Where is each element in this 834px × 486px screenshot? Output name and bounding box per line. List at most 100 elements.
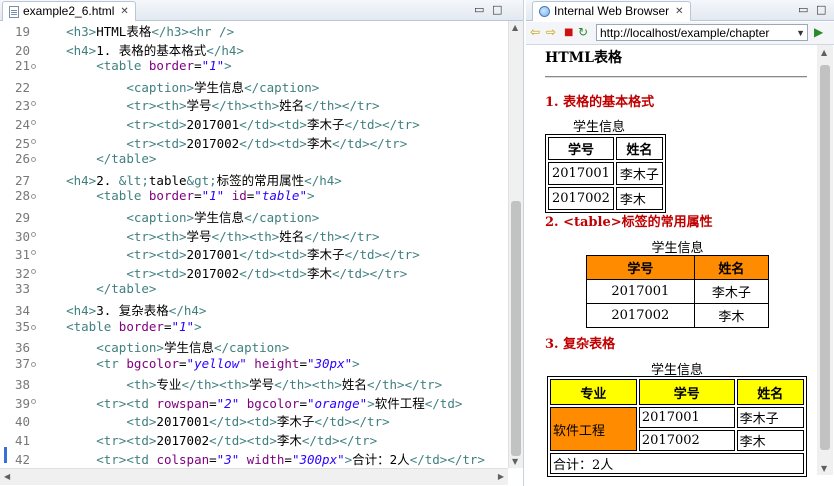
code-text: <tr><td>2017001</td><td>李木子</td></tr> <box>126 116 420 132</box>
code-line[interactable]: 41 <tr><td>2017002</td><td>李木</td></tr> <box>0 430 508 449</box>
scroll-up-icon[interactable]: ▲ <box>821 48 827 57</box>
code-line[interactable]: 40 <td>2017001</td><td>李木子</td></tr> <box>0 411 508 430</box>
header-name: 姓名 <box>736 379 804 405</box>
forward-icon[interactable]: ⇨ <box>546 25 556 39</box>
cell-name: 李木 <box>736 430 804 451</box>
cell-name: 李木子 <box>693 279 770 304</box>
scroll-up-icon[interactable]: ▲ <box>512 23 518 32</box>
back-icon[interactable]: ⇦ <box>530 25 540 39</box>
editor-scroll-thumb[interactable] <box>511 201 521 456</box>
fold-toggle-icon[interactable] <box>31 398 36 404</box>
code-text: <tr><td>2017002</td><td>李木</td></tr> <box>96 433 378 449</box>
code-area[interactable]: 19 <h3>HTML表格</h3><hr /> 20 <h4>1. 表格的基本格… <box>0 21 508 468</box>
code-line[interactable]: 28 <table border="1" id="table"> <box>0 188 508 207</box>
code-text: <h4>1. 表格的基本格式</h4> <box>66 42 244 58</box>
table-row: 2017001 李木子 <box>548 162 663 185</box>
section-heading-3: 3. 复杂表格 <box>545 337 616 352</box>
code-line[interactable]: 26 </table> <box>0 151 508 170</box>
chevron-down-icon[interactable]: ▼ <box>796 25 805 40</box>
close-icon[interactable]: ✕ <box>120 2 128 21</box>
scroll-right-icon[interactable]: ▶ <box>498 472 504 481</box>
code-text: <tr><td>2017002</td><td>李木</td></tr> <box>126 135 408 151</box>
code-line[interactable]: 29 <caption>学生信息</caption> <box>0 207 508 226</box>
table-row: 2017002 李木 <box>586 303 770 328</box>
header-major: 专业 <box>550 379 637 405</box>
go-icon[interactable]: ▶ <box>814 25 823 39</box>
code-line[interactable]: 31 <tr><td>2017001</td><td>李木子</td></tr> <box>0 244 508 263</box>
code-editor[interactable]: example2_6.html ✕ ▭ □ 19 <h3>HTML表格</h3>… <box>0 0 524 486</box>
line-number: 20 <box>14 42 30 58</box>
line-number: 19 <box>14 24 30 39</box>
fold-toggle-icon[interactable] <box>31 231 36 237</box>
line-number: 22 <box>14 79 30 95</box>
code-text: <tr><td>2017001</td><td>李木子</td></tr> <box>126 247 420 263</box>
code-text: <table border="1"> <box>96 58 232 74</box>
code-line[interactable]: 39 <tr><td rowspan="2" bgcolor="orange">… <box>0 393 508 412</box>
attribute-table: 学号 姓名 2017001 李木子 2017002 李木 <box>586 255 770 328</box>
browser-tab-title: Internal Web Browser <box>554 4 670 18</box>
code-line[interactable]: 27 <h4>2. &lt;table&gt;标签的常用属性</h4> <box>0 170 508 189</box>
code-line[interactable]: 38 <th>专业</th><th>学号</th><th>姓名</th></tr… <box>0 374 508 393</box>
stop-icon[interactable]: ■ <box>564 26 573 40</box>
code-line[interactable]: 24 <tr><td>2017001</td><td>李木子</td></tr> <box>0 114 508 133</box>
rendered-page: HTML表格 1. 表格的基本格式 学生信息 学号 姓名 2017001 李木子… <box>526 45 816 486</box>
code-line[interactable]: 23 <tr><th>学号</th><th>姓名</th></tr> <box>0 95 508 114</box>
code-line[interactable]: 36 <caption>学生信息</caption> <box>0 337 508 356</box>
code-line[interactable]: 33 </table> <box>0 281 508 300</box>
code-line[interactable]: 22 <caption>学生信息</caption> <box>0 77 508 96</box>
maximize-icon[interactable]: □ <box>816 3 826 16</box>
fold-toggle-icon[interactable] <box>31 268 36 274</box>
editor-horizontal-scrollbar[interactable]: ◀ ▶ <box>0 468 508 485</box>
fold-toggle-icon[interactable] <box>31 324 36 330</box>
code-text: <table border="1" id="table"> <box>96 188 315 204</box>
header-name: 姓名 <box>693 255 770 280</box>
fold-toggle-icon[interactable] <box>31 119 36 125</box>
code-text: <tr><td>2017002</td><td>李木</td></tr> <box>126 265 408 281</box>
code-line[interactable]: 32 <tr><td>2017002</td><td>李木</td></tr> <box>0 263 508 282</box>
code-text: <caption>学生信息</caption> <box>126 79 320 95</box>
browser-vertical-scrollbar[interactable]: ▲ ▼ <box>817 45 833 475</box>
code-line[interactable]: 20 <h4>1. 表格的基本格式</h4> <box>0 40 508 59</box>
page-title: HTML表格 <box>545 50 622 66</box>
cell-id: 2017002 <box>638 430 735 451</box>
browser-scroll-thumb[interactable] <box>820 65 830 450</box>
code-line[interactable]: 30 <tr><th>学号</th><th>姓名</th></tr> <box>0 226 508 245</box>
browser-toolbar: ⇦ ⇨ ■ ↻ http://localhost/example/chapter… <box>526 22 834 45</box>
line-number: 36 <box>14 340 30 356</box>
maximize-icon[interactable]: □ <box>492 3 502 16</box>
scroll-down-icon[interactable]: ▼ <box>821 464 827 473</box>
cell-name: 李木 <box>615 187 663 210</box>
code-line[interactable]: 42 <tr><td colspan="3" width="300px">合计：… <box>0 449 508 468</box>
code-line[interactable]: 19 <h3>HTML表格</h3><hr /> <box>0 21 508 40</box>
scroll-left-icon[interactable]: ◀ <box>4 472 10 481</box>
cell-total: 合计：2人 <box>550 453 804 474</box>
code-text: <caption>学生信息</caption> <box>126 209 320 225</box>
header-id: 学号 <box>548 137 614 160</box>
code-line[interactable]: 25 <tr><td>2017002</td><td>李木</td></tr> <box>0 133 508 152</box>
browser-tab[interactable]: Internal Web Browser ✕ <box>532 1 691 21</box>
scroll-down-icon[interactable]: ▼ <box>512 457 518 466</box>
current-line-marker <box>4 447 7 463</box>
code-line[interactable]: 37 <tr bgcolor="yellow" height="30px"> <box>0 356 508 375</box>
minimize-icon[interactable]: ▭ <box>474 3 484 16</box>
code-text: <h4>3. 复杂表格</h4> <box>66 302 207 318</box>
fold-toggle-icon[interactable] <box>31 138 36 144</box>
close-icon[interactable]: ✕ <box>675 2 683 21</box>
code-line[interactable]: 21 <table border="1"> <box>0 58 508 77</box>
code-line[interactable]: 34 <h4>3. 复杂表格</h4> <box>0 300 508 319</box>
table-header-row: 学号 姓名 <box>548 137 663 160</box>
editor-vertical-scrollbar[interactable]: ▲ ▼ <box>508 21 523 468</box>
section-heading-1: 1. 表格的基本格式 <box>545 95 655 110</box>
complex-table: 专业 学号 姓名 软件工程 2017001 李木子 2017002 李木 合计：… <box>547 376 807 477</box>
code-line[interactable]: 35 <table border="1"> <box>0 319 508 338</box>
minimize-icon[interactable]: ▭ <box>798 3 808 16</box>
url-input[interactable]: http://localhost/example/chapter ▼ <box>596 24 808 41</box>
cell-id: 2017001 <box>586 279 695 304</box>
code-text: <table border="1"> <box>66 318 202 334</box>
cell-name: 李木子 <box>736 407 804 428</box>
horizontal-rule <box>545 76 807 78</box>
editor-tab[interactable]: example2_6.html ✕ <box>2 1 136 21</box>
line-number: 40 <box>14 414 30 430</box>
fold-toggle-icon[interactable] <box>31 361 36 367</box>
refresh-icon[interactable]: ↻ <box>578 25 588 39</box>
